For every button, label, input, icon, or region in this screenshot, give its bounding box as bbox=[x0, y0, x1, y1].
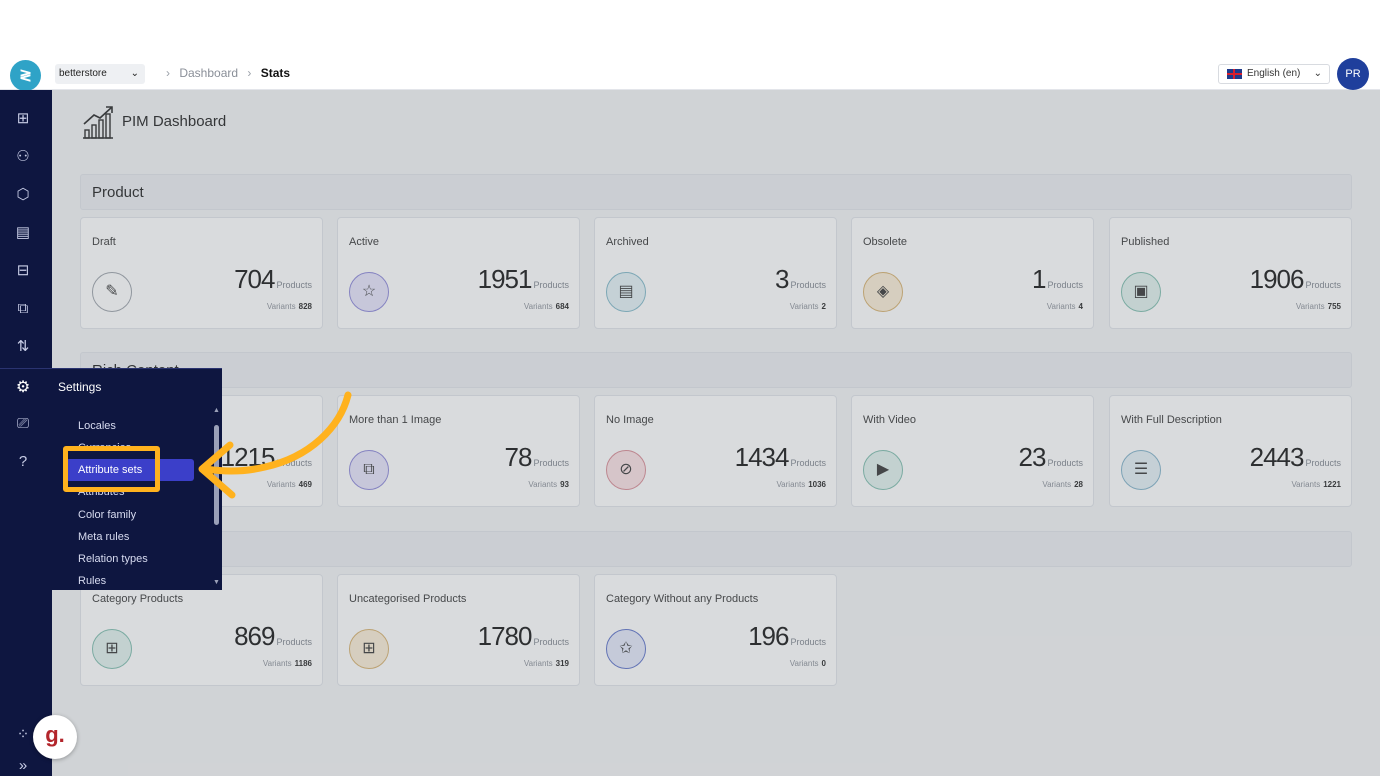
highlight-box bbox=[63, 446, 160, 492]
breadcrumb-dashboard[interactable]: Dashboard bbox=[179, 66, 238, 80]
apps-grid-icon[interactable]: ⁘ bbox=[13, 725, 33, 745]
breadcrumb: › Dashboard › Stats bbox=[160, 66, 290, 80]
chevron-right-icon: › bbox=[247, 66, 252, 80]
breadcrumb-stats: Stats bbox=[260, 66, 291, 80]
dashboard-icon[interactable]: ⊞ bbox=[13, 109, 33, 129]
app-logo-icon[interactable]: ≷ bbox=[10, 60, 41, 91]
user-avatar[interactable]: PR bbox=[1337, 58, 1369, 90]
users-icon[interactable]: ⚇ bbox=[13, 147, 33, 167]
menu-item-rules[interactable]: Rules bbox=[78, 575, 106, 587]
language-select[interactable]: English (en) ⌄ bbox=[1218, 64, 1330, 84]
pointer-arrow-icon bbox=[198, 391, 352, 499]
product-box-icon[interactable]: ⬡ bbox=[13, 185, 33, 205]
gear-icon: ⚙ bbox=[15, 379, 31, 396]
assets-icon[interactable]: ⧉ bbox=[13, 299, 33, 319]
chevron-down-icon: ⌄ bbox=[130, 68, 139, 79]
chevron-down-icon: ⌄ bbox=[1313, 68, 1322, 79]
sidebar: ⊞ ⚇ ⬡ ▤ ⊟ ⧉ ⇅ ⚙ ⎚ ? ⁘ » bbox=[0, 90, 52, 776]
inbox-icon[interactable]: ⊟ bbox=[13, 261, 33, 281]
settings-menu-header[interactable]: ⚙ Settings bbox=[0, 368, 222, 405]
store-select-value: betterstore bbox=[59, 68, 107, 79]
monitor-settings-icon[interactable]: ⎚ bbox=[13, 414, 33, 434]
settings-menu: Locales Currencies Attributes Attribute … bbox=[52, 405, 212, 590]
settings-menu-title: Settings bbox=[58, 380, 102, 394]
app-screen: ≷ betterstore ⌄ › Dashboard › Stats Engl… bbox=[0, 57, 1380, 776]
store-select[interactable]: betterstore ⌄ bbox=[55, 64, 145, 84]
uk-flag-icon bbox=[1227, 69, 1242, 79]
expand-sidebar-icon[interactable]: » bbox=[13, 756, 33, 776]
menu-item-relation-types[interactable]: Relation types bbox=[78, 553, 148, 565]
catalog-icon[interactable]: ▤ bbox=[13, 223, 33, 243]
menu-item-meta-rules[interactable]: Meta rules bbox=[78, 531, 129, 543]
transfer-icon[interactable]: ⇅ bbox=[13, 337, 33, 357]
menu-item-locales[interactable]: Locales bbox=[78, 420, 116, 432]
guide-badge[interactable]: g. bbox=[33, 715, 77, 759]
scroll-down-icon[interactable]: ▼ bbox=[213, 579, 220, 586]
menu-item-color-family[interactable]: Color family bbox=[78, 509, 136, 521]
language-select-value: English (en) bbox=[1247, 68, 1301, 79]
help-icon[interactable]: ? bbox=[13, 452, 33, 472]
chevron-right-icon: › bbox=[166, 66, 170, 80]
top-bar: ≷ betterstore ⌄ › Dashboard › Stats Engl… bbox=[0, 57, 1380, 91]
